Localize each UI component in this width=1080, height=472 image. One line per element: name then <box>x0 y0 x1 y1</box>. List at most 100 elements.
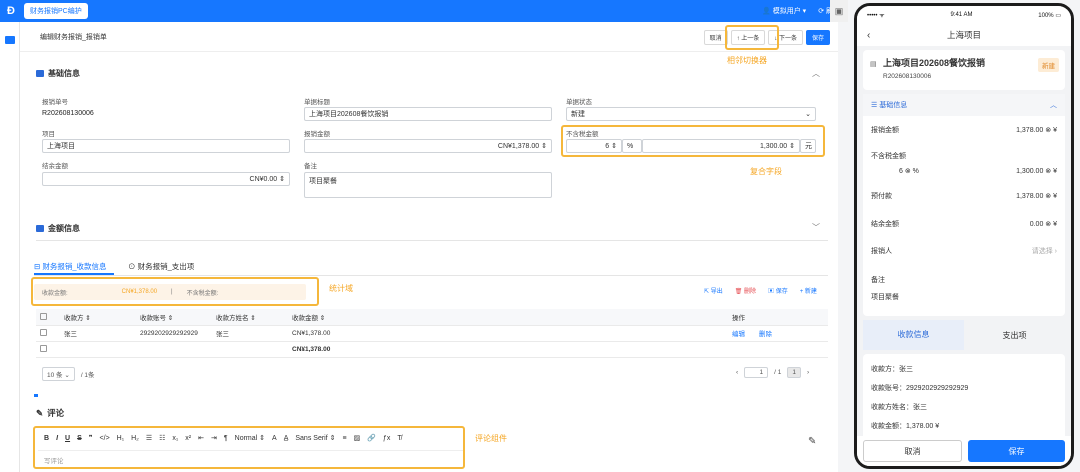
page-input[interactable]: 1 <box>744 367 769 378</box>
pagination: ‹ 1 / 1 1 › <box>736 367 809 378</box>
amount-value: CN¥1,378.00 <box>497 142 540 150</box>
cancel-button[interactable]: 取消 <box>703 30 728 45</box>
cell-account: 2929202929292929 <box>136 325 212 342</box>
pen-icon: ✎ <box>36 407 44 418</box>
col-account[interactable]: 收款账号 ⇕ <box>136 309 212 326</box>
menu-icon[interactable] <box>5 36 15 44</box>
amount-input[interactable]: CN¥1,378.00 ⇕ <box>304 139 552 153</box>
comment-title-label: 评论 <box>47 408 65 418</box>
no-label: 报销单号 <box>42 99 68 106</box>
phone-tabs: 收款信息 支出项 <box>863 320 1065 350</box>
col-payee-label: 收款方 <box>64 314 84 322</box>
tab-expense-label: 财务报销_支出项 <box>137 262 195 271</box>
project-input[interactable]: 上海项目 <box>42 139 290 153</box>
edit-icon[interactable]: ✎ <box>808 436 816 447</box>
amount-label: 报销金额 <box>304 131 330 138</box>
phone-cancel-button[interactable]: 取消 <box>863 440 962 462</box>
main-panel: 编辑财务报销_报销单 取消 ↑ 上一条 ↓ 下一条 保存 基础信息 ︿ 报销单号… <box>20 22 838 472</box>
col-actions: 操作 <box>728 309 828 326</box>
comment-title: ✎ 评论 <box>36 407 64 419</box>
section-amount-label: 金额信息 <box>48 224 80 233</box>
balance-value: CN¥0.00 <box>249 175 278 183</box>
chevron-down-icon[interactable]: ﹀ <box>812 222 820 233</box>
chevron-up-icon: ︿ <box>1050 102 1057 109</box>
phone-save-button[interactable]: 保存 <box>968 440 1065 462</box>
save-button[interactable]: 保存 <box>805 30 830 45</box>
phone-section-label: 基础信息 <box>879 102 908 109</box>
status-select[interactable]: 新建 ⌄ <box>566 107 816 121</box>
chevron-down-icon: ⌄ <box>805 111 811 118</box>
prev-page-icon[interactable]: ‹ <box>736 369 738 376</box>
delete-link[interactable]: 删除 <box>759 331 772 338</box>
scroll-indicator[interactable] <box>34 394 38 397</box>
delete-label: 删除 <box>744 289 757 295</box>
export-button[interactable]: ⇱ 导出 <box>704 286 723 295</box>
balance-input[interactable]: CN¥0.00 ⇕ <box>42 172 290 186</box>
mobile-preview: ••••• ᯤ 9:41 AM 100% ▭ ‹ 上海项目 ▤ 上海项目2026… <box>854 3 1074 469</box>
phone-note-label-row: 备注 <box>863 270 1065 290</box>
chevron-up-icon[interactable]: ︿ <box>812 68 820 79</box>
total-count: / 1条 <box>80 372 95 379</box>
table-header-row: 收款方 ⇕ 收款账号 ⇕ 收款方姓名 ⇕ 收款金额 ⇕ 操作 <box>36 309 828 326</box>
app-switch-button[interactable]: 财务报销PC编护 <box>24 3 88 19</box>
phone-pretax-row[interactable]: 6 ⊗ % 1,300.00 ⊗ ¥ <box>863 164 1065 178</box>
user-menu[interactable]: 👤 模拟用户 ▾ <box>762 6 806 16</box>
panel-toggle-icon[interactable]: ▣ <box>830 0 848 22</box>
phone-prepay-label: 预付款 <box>871 193 892 200</box>
phone-pretax-label-row: 不含税金额 <box>863 148 1065 164</box>
col-amount[interactable]: 收款金额 ⇕ <box>288 309 728 326</box>
phone-section-header[interactable]: ☰ 基础信息 ︿ <box>863 94 1065 116</box>
subject-label: 单据标题 <box>304 99 330 106</box>
tab-receipt[interactable]: ⊟ 财务报销_收款信息 <box>34 261 107 272</box>
back-icon[interactable]: ‹ <box>867 30 870 41</box>
phone-note-row[interactable]: 项目聚餐 <box>863 290 1065 304</box>
annot-comment-label: 评论组件 <box>475 434 507 443</box>
table-row[interactable]: 张三 2929202929292929 张三 CN¥1,378.00 编辑 删除 <box>36 325 828 342</box>
phone-amount-row[interactable]: 报销金额 1,378.00 ⊗ ¥ <box>863 116 1065 144</box>
cell-amount: CN¥1,378.00 <box>288 325 728 342</box>
phone-person-row[interactable]: 报销人 请选择 › <box>863 238 1065 264</box>
table-actions: ⇱ 导出 🗑 删除 ▣ 保存 + 新建 <box>704 286 817 295</box>
col-payee[interactable]: 收款方 ⇕ <box>60 309 136 326</box>
select-all-checkbox[interactable] <box>40 313 47 321</box>
cell-total: CN¥1,378.00 <box>288 341 728 358</box>
total-checkbox[interactable] <box>40 345 47 353</box>
phone-amount-value: 1,378.00 <box>1016 127 1044 134</box>
annot-nav-box <box>725 25 779 50</box>
row-checkbox[interactable] <box>40 329 47 337</box>
note-label: 备注 <box>304 163 317 170</box>
note-textarea[interactable]: 项目聚餐 <box>304 172 552 198</box>
battery-indicator: 100% ▭ <box>1038 12 1061 19</box>
add-button[interactable]: + 新建 <box>800 286 817 295</box>
phone-status-bar: ••••• ᯤ 9:41 AM 100% ▭ <box>857 6 1071 24</box>
section-amount-title[interactable]: 金额信息 <box>36 223 80 234</box>
tab-expense[interactable]: ⊙ 财务报销_支出项 <box>128 261 194 272</box>
section-basic-title[interactable]: 基础信息 <box>36 68 80 79</box>
col-name[interactable]: 收款方姓名 ⇕ <box>212 309 288 326</box>
phone-name: 收款方姓名：张三 <box>871 404 927 411</box>
annot-nav-label: 相邻切换器 <box>727 56 767 65</box>
phone-prepay-value: 1,378.00 <box>1016 193 1044 200</box>
next-page-icon[interactable]: › <box>807 369 809 376</box>
save-table-button[interactable]: ▣ 保存 <box>768 286 788 295</box>
phone-pretax-value: 1,300.00 <box>1016 168 1044 175</box>
phone-prepay-row[interactable]: 预付款 1,378.00 ⊗ ¥ <box>863 182 1065 210</box>
left-rail <box>0 22 20 472</box>
phone-balance-row[interactable]: 结余金额 0.00 ⊗ ¥ <box>863 210 1065 238</box>
top-bar: Ɖ 财务报销PC编护 👤 模拟用户 ▾ ⟳ 刷新 <box>0 0 848 22</box>
edit-link[interactable]: 编辑 <box>732 331 745 338</box>
current-page[interactable]: 1 <box>787 367 802 378</box>
phone-tax-rate: 6 <box>899 168 903 175</box>
add-label: 新建 <box>804 289 817 295</box>
phone-nav-bar: ‹ 上海项目 <box>857 24 1071 46</box>
delete-button[interactable]: 🗑 删除 <box>735 286 756 295</box>
phone-tab-expense[interactable]: 支出项 <box>964 330 1065 341</box>
col-name-label: 收款方姓名 <box>216 314 249 322</box>
page-size-select[interactable]: 10 条 ⌄ <box>42 367 75 381</box>
phone-tab-receipt[interactable]: 收款信息 <box>863 320 964 350</box>
col-account-label: 收款账号 <box>140 314 166 322</box>
phone-note-label: 备注 <box>871 277 885 284</box>
col-amount-label: 收款金额 <box>292 314 318 322</box>
subject-input[interactable]: 上海项目202608餐饮报销 <box>304 107 552 121</box>
phone-receipt-card: 收款方：张三 收款账号：2929202929292929 收款方姓名：张三 收款… <box>863 354 1065 444</box>
